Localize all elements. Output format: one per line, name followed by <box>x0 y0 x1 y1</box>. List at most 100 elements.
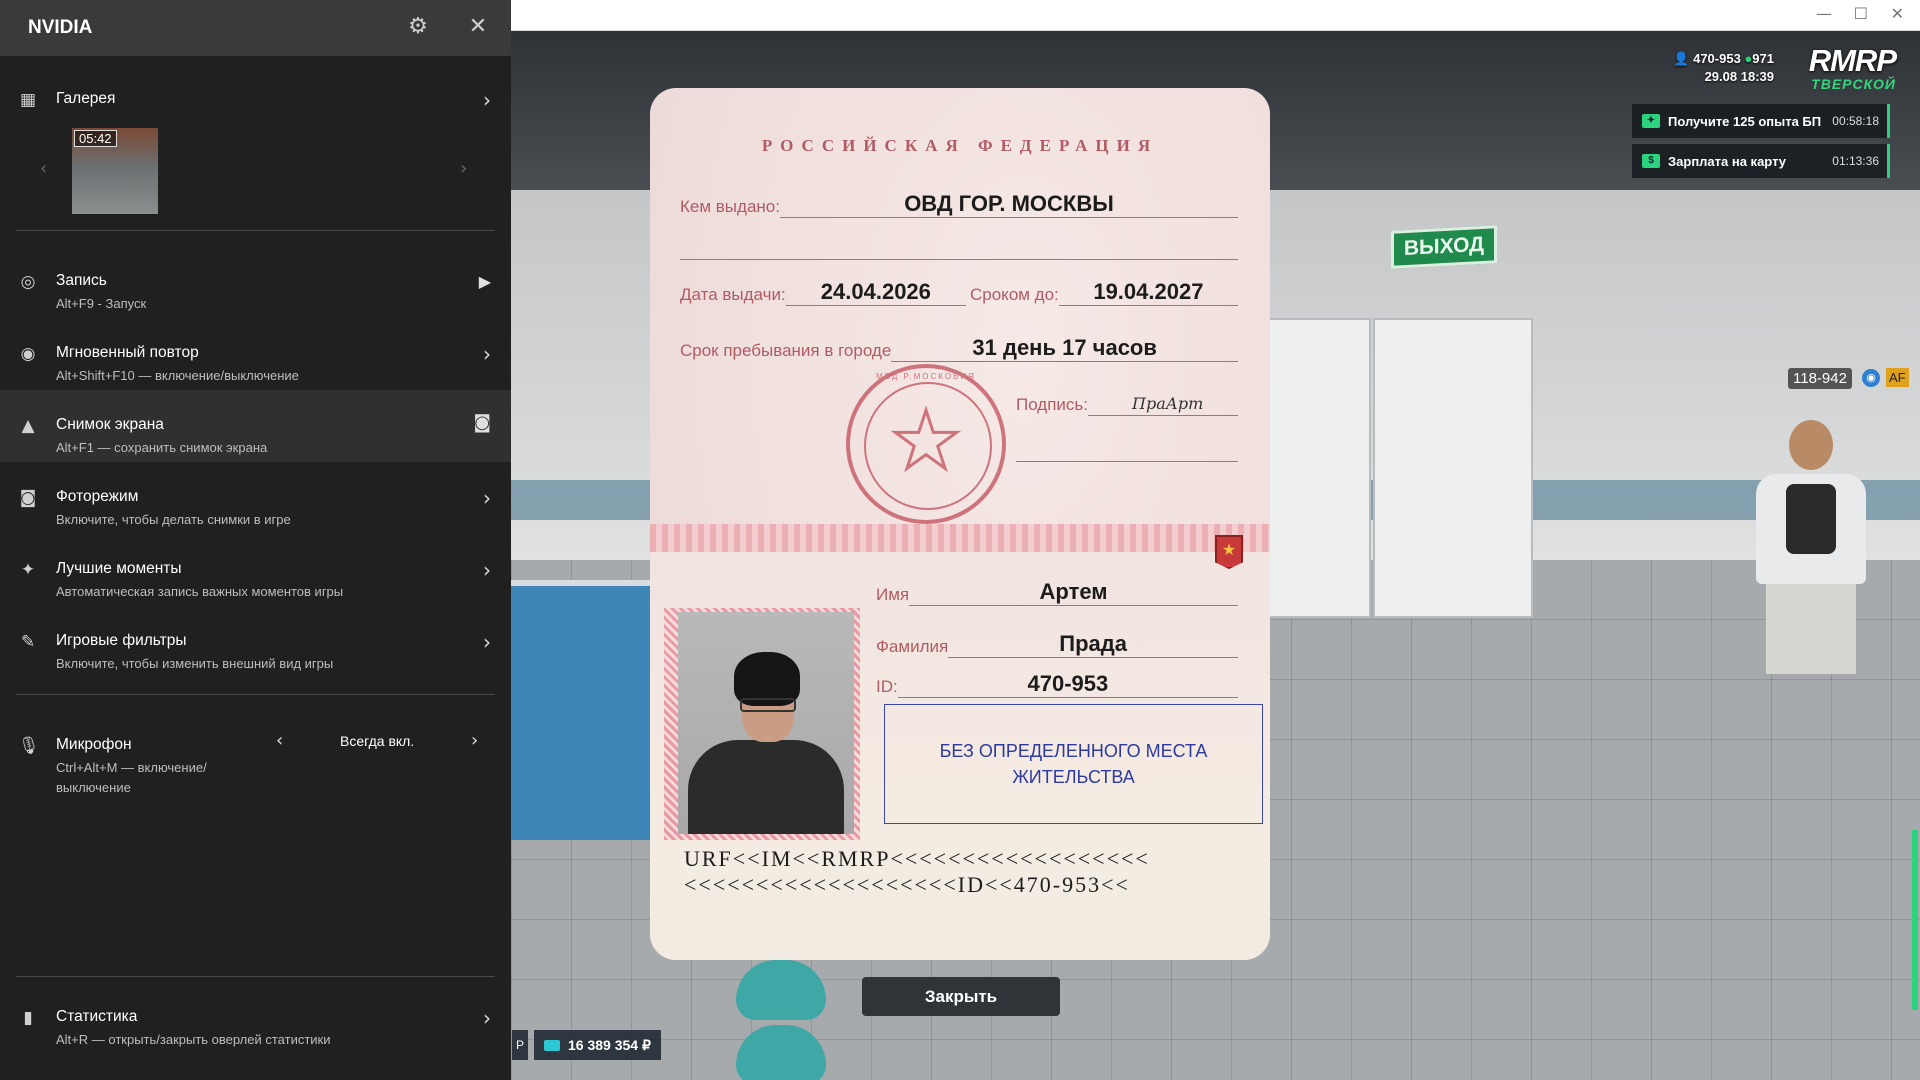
window-titlebar: — ☐ ✕ <box>511 0 1920 31</box>
chevron-left-icon[interactable]: ‹ <box>40 158 47 179</box>
nvidia-title: NVIDIA <box>28 17 93 38</box>
logo-rmrp: RMRP <box>1808 43 1897 78</box>
instant-replay-label: Мгновенный повтор <box>56 344 199 361</box>
quest-timer: 01:13:36 <box>1832 154 1879 168</box>
nav-highlights[interactable]: ✦ Лучшие моменты Автоматическая запись в… <box>0 550 511 622</box>
stamp-star-icon: ★ <box>889 394 964 487</box>
divider <box>16 230 495 231</box>
divider <box>16 694 495 695</box>
photo-mode-hint: Включите, чтобы делать снимки в игре <box>56 512 291 527</box>
microphone-hint-1: Ctrl+Alt+M — включение/ <box>56 760 207 775</box>
valid-until-row: Сроком до: 19.04.2027 <box>970 278 1238 306</box>
player-id: 470-953 <box>1693 51 1741 66</box>
issue-date-value: 24.04.2026 <box>785 278 966 306</box>
passport-document: РОССИЙСКАЯ ФЕДЕРАЦИЯ Кем выдано: ОВД ГОР… <box>650 88 1270 960</box>
exit-sign: ВЫХОД <box>1391 225 1497 269</box>
last-name-label: Фамилия <box>876 637 949 656</box>
close-passport-button[interactable]: Закрыть <box>862 977 1060 1016</box>
id-value: 470-953 <box>897 670 1238 698</box>
play-icon: ▶ <box>478 272 491 291</box>
holder-photo <box>678 612 854 834</box>
coat-of-arms-icon: ★ <box>1215 535 1243 569</box>
user-icon: 👤 <box>1673 51 1690 66</box>
police-stamp: МВД Р.МОСКОВИЯ ★ <box>846 364 1006 524</box>
microphone-prev-icon[interactable]: ‹ <box>276 730 283 751</box>
replay-icon: ◉ <box>20 344 36 364</box>
issued-by-row-2 <box>680 232 1238 260</box>
valid-until-value: 19.04.2027 <box>1058 278 1238 306</box>
quest-bp-xp: ✦ Получите 125 опыта БП 00:58:18 <box>1632 104 1890 138</box>
maximize-icon[interactable]: ☐ <box>1854 4 1868 23</box>
close-icon[interactable]: ✕ <box>465 14 491 40</box>
chevron-right-icon: › <box>483 486 491 510</box>
filter-icon: ✎ <box>20 632 36 652</box>
online-count: 971 <box>1752 51 1774 66</box>
quest-text: Получите 125 опыта БП <box>1668 113 1822 129</box>
nav-screenshot[interactable]: ▲ Снимок экрана Alt+F1 — сохранить снимо… <box>0 390 511 462</box>
microphone-mode-value: Всегда вкл. <box>340 733 415 749</box>
screenshot-hint: Alt+F1 — сохранить снимок экрана <box>56 440 268 455</box>
microphone-next-icon[interactable]: › <box>471 730 478 751</box>
chevron-right-icon: › <box>483 342 491 366</box>
gear-icon[interactable]: ⚙ <box>405 14 431 40</box>
city-stay-value: 31 день 17 часов <box>891 334 1238 362</box>
highlights-hint: Автоматическая запись важных моментов иг… <box>56 584 344 599</box>
microphone-icon: 🎙 <box>18 736 40 756</box>
hospital-bed <box>511 580 651 840</box>
first-name-row: Имя Артем <box>876 578 1238 606</box>
id-row: ID: 470-953 <box>876 670 1238 698</box>
server-logo: RMRP ТВЕРСКОЙ <box>1808 43 1897 92</box>
nvidia-header: NVIDIA ⚙ ✕ <box>0 0 511 56</box>
passport-security-band <box>650 524 1270 552</box>
instant-replay-hint: Alt+Shift+F10 — включение/выключение <box>56 368 299 383</box>
record-hint: Alt+F9 - Запуск <box>56 296 147 311</box>
microphone-label: Микрофон <box>56 736 132 753</box>
npc-player <box>1751 420 1871 674</box>
statistics-label: Статистика <box>56 1008 138 1025</box>
last-name-value: Прада <box>948 630 1238 658</box>
money-prefix: Р <box>512 1030 528 1060</box>
last-name-row: Фамилия Прада <box>876 630 1238 658</box>
quest-icon: ✦ <box>1642 114 1660 128</box>
signature-blank-line <box>1016 434 1238 462</box>
chevron-right-icon[interactable]: › <box>460 158 467 179</box>
chevron-right-icon: › <box>483 1006 491 1030</box>
bank-card-icon <box>544 1039 560 1051</box>
valid-until-label: Сроком до: <box>970 285 1059 304</box>
camera-icon[interactable]: ◙ <box>474 412 491 433</box>
gallery-icon: ▦ <box>19 90 37 110</box>
issued-by-value: ОВД ГОР. МОСКВЫ <box>779 190 1238 218</box>
id-label: ID: <box>876 677 898 696</box>
nvidia-overlay-panel: NVIDIA ⚙ ✕ ▦ Галерея › ‹ 05:42 › ◎ Запис… <box>0 0 511 1080</box>
thumbnail-duration: 05:42 <box>74 130 117 147</box>
nav-photo-mode[interactable]: ◙ Фоторежим Включите, чтобы делать снимк… <box>0 478 511 550</box>
signature: ПраАрт <box>1132 394 1204 413</box>
photo-mode-label: Фоторежим <box>56 488 139 505</box>
screenshot-label: Снимок экрана <box>56 416 164 433</box>
record-label: Запись <box>56 272 107 289</box>
quest-timer: 00:58:18 <box>1832 114 1879 128</box>
nav-statistics[interactable]: ▮ Статистика Alt+R — открыть/закрыть ове… <box>0 998 511 1070</box>
signature-label: Подпись: <box>1016 395 1089 414</box>
money-display: 16 389 354 ₽ <box>534 1030 661 1060</box>
gallery-thumbnail[interactable]: 05:42 <box>72 128 158 214</box>
nav-game-filters[interactable]: ✎ Игровые фильтры Включите, чтобы измени… <box>0 622 511 694</box>
nav-record[interactable]: ◎ Запись Alt+F9 - Запуск ▶ <box>0 262 511 334</box>
issued-by-row: Кем выдано: ОВД ГОР. МОСКВЫ <box>680 190 1238 218</box>
quest-text: Зарплата на карту <box>1668 153 1786 169</box>
issued-by-blank-line <box>680 232 1238 260</box>
hospital-door-right <box>1373 318 1533 618</box>
gallery-label: Галерея <box>56 90 116 107</box>
money-icon: $ <box>1642 154 1660 168</box>
window-close-icon[interactable]: ✕ <box>1891 4 1904 23</box>
issued-by-label: Кем выдано: <box>680 197 780 216</box>
game-filters-hint: Включите, чтобы изменить внешний вид игр… <box>56 656 334 671</box>
nearby-player-tag: 118-942 <box>1788 368 1852 389</box>
microphone-hint-2: выключение <box>56 780 131 795</box>
minimize-icon[interactable]: — <box>1816 4 1832 23</box>
backpack <box>1786 484 1836 554</box>
first-name-value: Артем <box>909 578 1238 606</box>
money-amount: 16 389 354 ₽ <box>568 1036 651 1053</box>
hud-side-bar <box>1912 830 1918 1010</box>
city-stay-label: Срок пребывания в городе <box>680 341 892 360</box>
